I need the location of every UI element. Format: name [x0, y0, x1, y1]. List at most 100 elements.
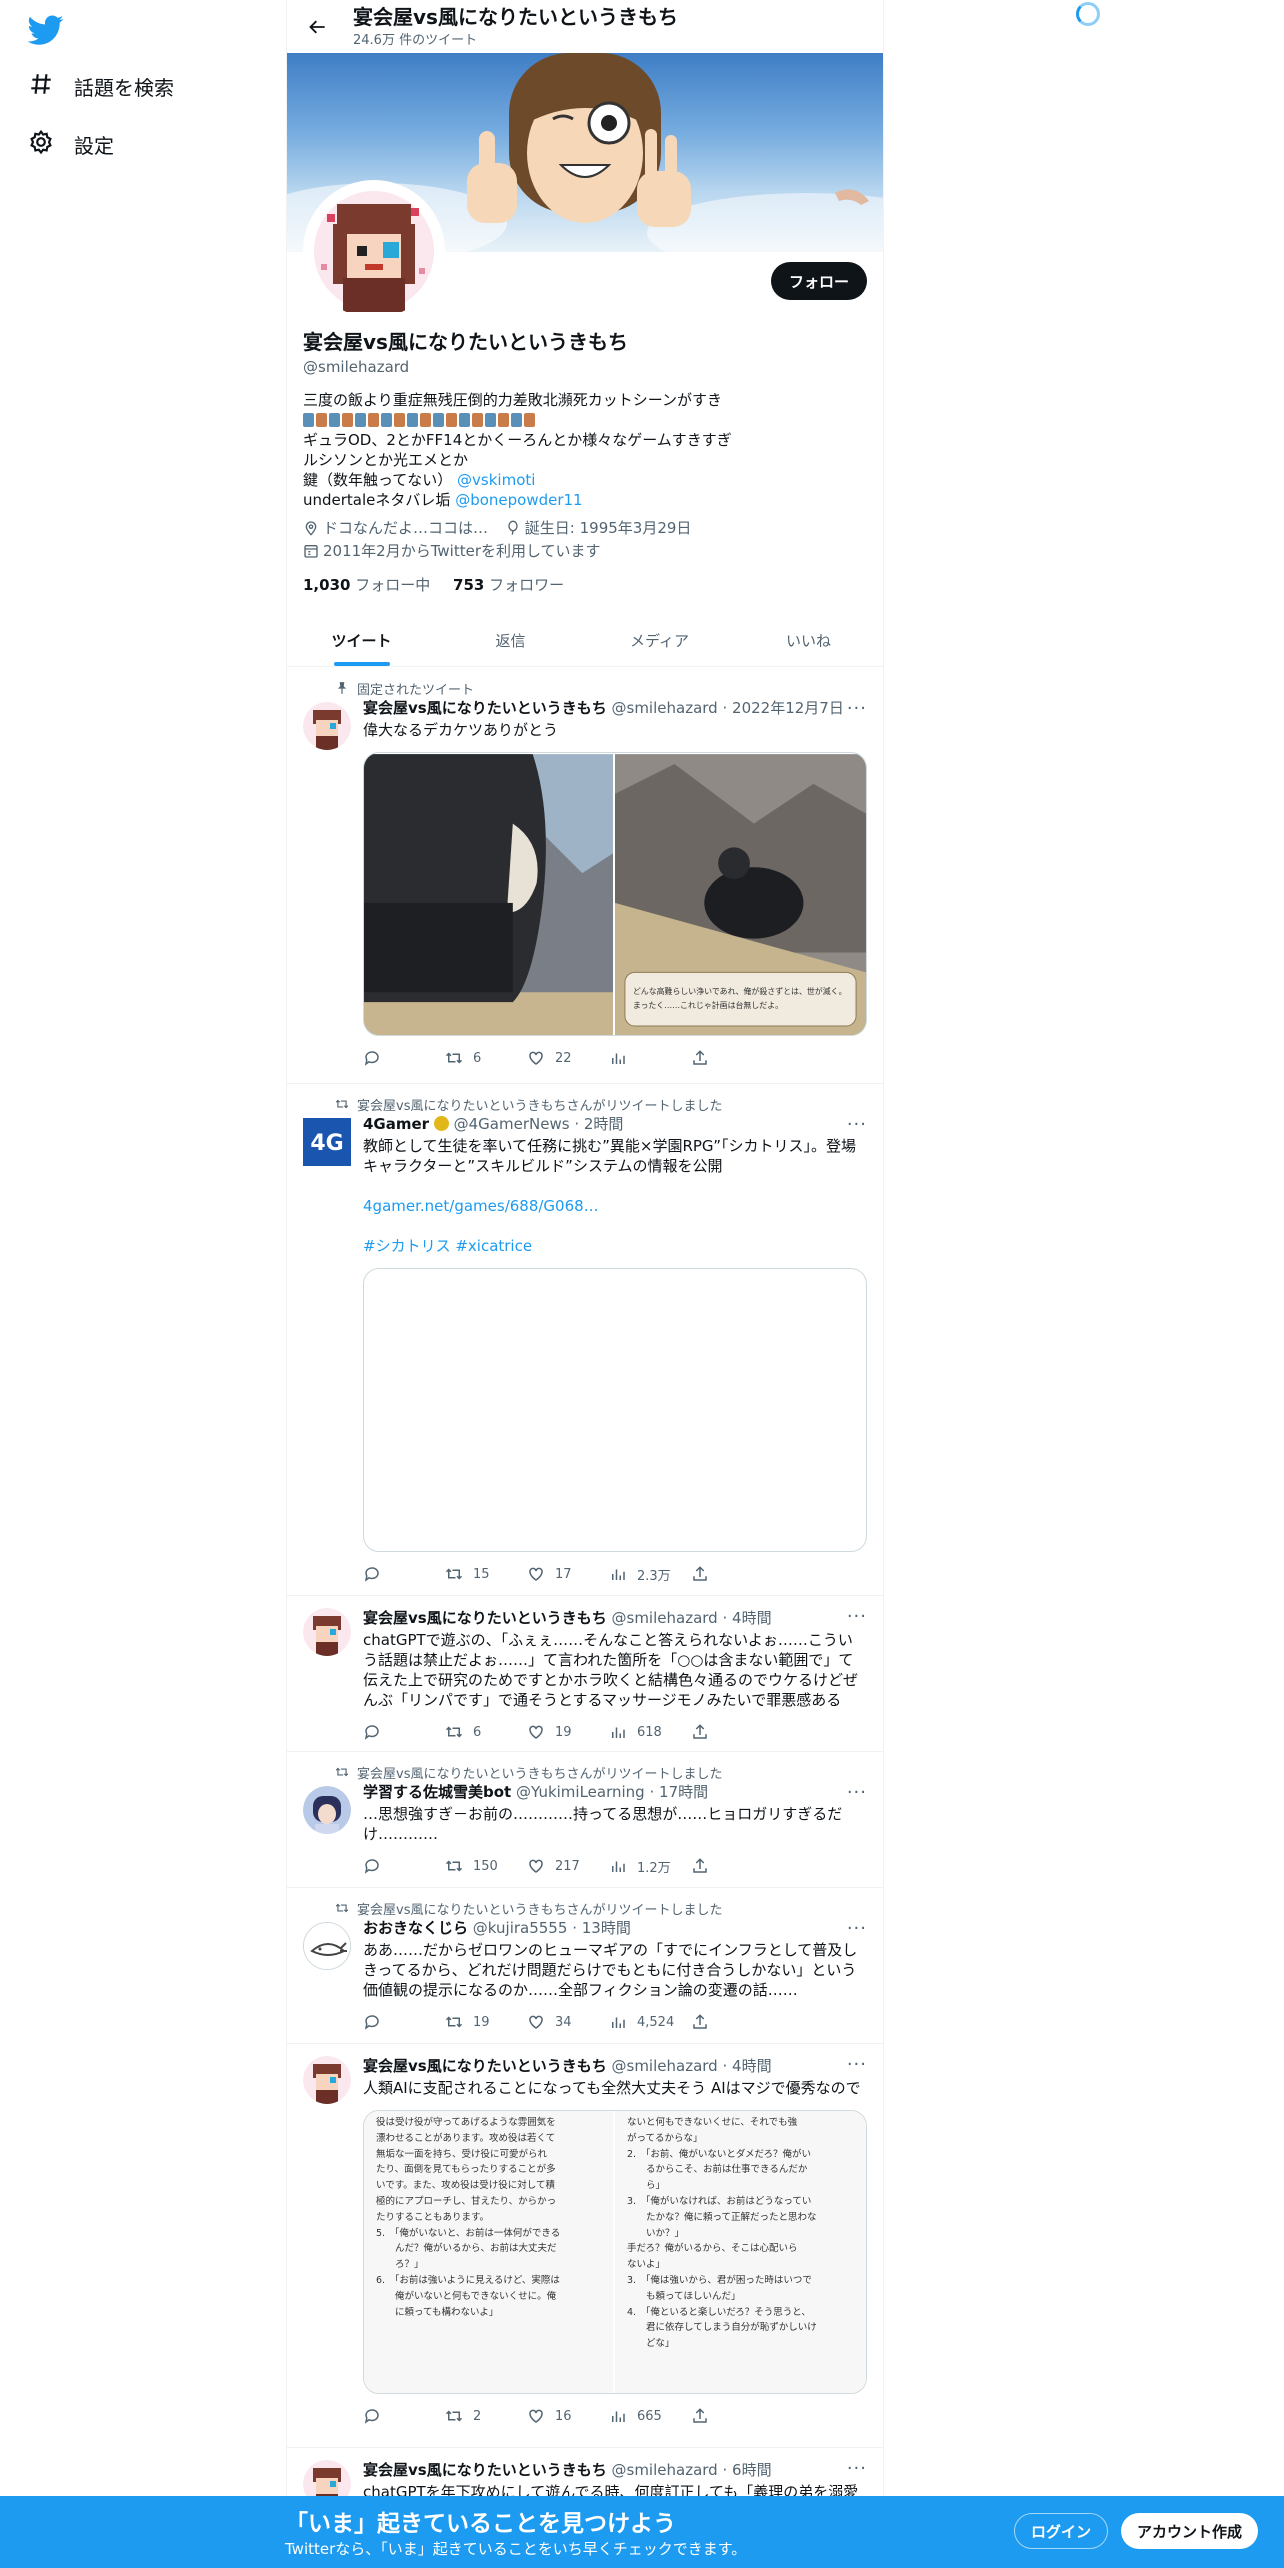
tweet-author-name[interactable]: 学習する佐城雪美bot	[363, 1783, 511, 1801]
tweet-link[interactable]: 4gamer.net/games/688/G068…	[363, 1197, 599, 1215]
more-icon[interactable]: ···	[847, 1606, 867, 1627]
retweet-button[interactable]: 19	[445, 2012, 527, 2032]
login-button[interactable]: ログイン	[1014, 2513, 1109, 2549]
more-icon[interactable]: ···	[847, 2458, 867, 2479]
profile-avatar[interactable]	[303, 180, 445, 322]
tweet-time[interactable]: 17時間	[659, 1783, 708, 1801]
tweet[interactable]: 宴会屋vs風になりたいというきもちさんがリツイートしました 学習する佐城雪美bo…	[287, 1752, 883, 1888]
bio-mention-link[interactable]: @vskimoti	[457, 471, 535, 489]
tweet-time[interactable]: 4時間	[732, 2057, 772, 2075]
following-link[interactable]: 1,030 フォロー中	[303, 576, 435, 594]
tweet-time[interactable]: 4時間	[732, 1609, 772, 1627]
tweet-author-name[interactable]: 宴会屋vs風になりたいというきもち	[363, 2461, 607, 2479]
share-button[interactable]	[691, 1722, 773, 1742]
tweet-author-handle[interactable]: @4GamerNews	[454, 1115, 570, 1133]
tweet-author-handle[interactable]: @smilehazard	[612, 2461, 718, 2479]
like-button[interactable]: 19	[527, 1722, 609, 1742]
sidebar-item-explore[interactable]: 話題を検索	[28, 66, 174, 106]
tab-media[interactable]: メディア	[585, 614, 734, 666]
tweet-author-handle[interactable]: @kujira5555	[473, 1919, 568, 1937]
reply-button[interactable]	[363, 1048, 445, 1068]
following-count: 1,030	[303, 576, 351, 594]
tweet-image[interactable]: ないと何もできないくせに、それでも強 がってるからな」 2. 「お前、俺がいない…	[615, 2111, 866, 2393]
more-icon[interactable]: ···	[847, 698, 867, 719]
more-icon[interactable]: ···	[847, 2054, 867, 2075]
views-icon	[612, 1053, 625, 1064]
more-icon[interactable]: ···	[847, 1782, 867, 1803]
like-button[interactable]: 22	[527, 1048, 609, 1068]
twitter-bird-icon[interactable]	[27, 12, 64, 48]
tweet-avatar[interactable]: 4G	[303, 1118, 351, 1166]
back-arrow-icon[interactable]	[303, 12, 333, 42]
tweet-author-name[interactable]: 宴会屋vs風になりたいというきもち	[363, 1609, 607, 1627]
tweet-avatar[interactable]	[303, 1922, 351, 1970]
signup-button[interactable]: アカウント作成	[1121, 2513, 1259, 2549]
more-icon[interactable]: ···	[847, 1918, 867, 1939]
tweet-time[interactable]: 2022年12月7日	[732, 699, 844, 717]
followers-link[interactable]: 753 フォロワー	[453, 576, 564, 594]
like-button[interactable]: 34	[527, 2012, 609, 2032]
tab-tweets[interactable]: ツイート	[287, 614, 436, 666]
tweet[interactable]: 宴会屋vs風になりたいというきもち @smilehazard · 4時間 ···…	[287, 2044, 883, 2448]
tweet-author-handle[interactable]: @smilehazard	[612, 699, 718, 717]
bio-mention-link[interactable]: @bonepowder11	[455, 491, 582, 509]
views-button[interactable]: 1.2万	[609, 1856, 691, 1876]
like-button[interactable]: 217	[527, 1856, 609, 1876]
share-button[interactable]	[691, 2012, 773, 2032]
like-button[interactable]: 17	[527, 1564, 609, 1584]
share-button[interactable]	[691, 1564, 773, 1584]
tweet-author-handle[interactable]: @smilehazard	[612, 1609, 718, 1627]
tweet-avatar[interactable]	[303, 2056, 351, 2104]
tweet[interactable]: 固定されたツイート 宴会屋vs風になりたいというきもち @smilehazard…	[287, 668, 883, 1084]
tweet-author-handle[interactable]: @YukimiLearning	[516, 1783, 645, 1801]
share-button[interactable]	[691, 1856, 773, 1876]
reply-button[interactable]	[363, 1564, 445, 1584]
share-button[interactable]	[691, 1048, 773, 1068]
follow-button[interactable]: フォロー	[770, 262, 867, 300]
reply-button[interactable]	[363, 2406, 445, 2426]
tweet-time[interactable]: 2時間	[584, 1115, 624, 1133]
tweet-author-handle[interactable]: @smilehazard	[612, 2057, 718, 2075]
retweet-button[interactable]: 15	[445, 1564, 527, 1584]
reply-button[interactable]	[363, 2012, 445, 2032]
reply-button[interactable]	[363, 1722, 445, 1742]
tweet-image[interactable]: 役は受け役が守ってあげるような雰囲気を 漂わせることがあります。攻め役は若くて …	[364, 2111, 614, 2393]
share-icon	[693, 2408, 707, 2423]
banner-subtitle: Twitterなら、「いま」起きていることをいち早くチェックできます。	[285, 2540, 747, 2558]
tweet-author-name[interactable]: おおきなくじら	[363, 1919, 468, 1937]
tweet-author-name[interactable]: 宴会屋vs風になりたいというきもち	[363, 2057, 607, 2075]
banner-title: 「いま」起きていることを見つけよう	[285, 2511, 676, 2537]
tweet-hashtags[interactable]: #シカトリス #xicatrice	[363, 1237, 532, 1255]
retweet-button[interactable]: 2	[445, 2406, 527, 2426]
retweet-button[interactable]: 6	[445, 1722, 527, 1742]
views-button[interactable]: 618	[609, 1722, 691, 1742]
followers-count: 753	[453, 576, 485, 594]
tweet[interactable]: 宴会屋vs風になりたいというきもち @smilehazard · 4時間 ···…	[287, 1596, 883, 1752]
reply-button[interactable]	[363, 1856, 445, 1876]
link-card[interactable]	[363, 1268, 867, 1552]
retweet-button[interactable]: 150	[445, 1856, 527, 1876]
tweet[interactable]: 宴会屋vs風になりたいというきもちさんがリツイートしました おおきなくじら @k…	[287, 1888, 883, 2044]
share-button[interactable]	[691, 2406, 773, 2426]
tweet-avatar[interactable]	[303, 702, 351, 750]
sidebar-item-settings[interactable]: 設定	[28, 124, 114, 164]
views-button[interactable]: 4,524	[609, 2012, 691, 2032]
views-button[interactable]: 665	[609, 2406, 691, 2426]
tab-replies[interactable]: 返信	[436, 614, 585, 666]
tweet-avatar[interactable]	[303, 1786, 351, 1834]
tweet-author-name[interactable]: 4Gamer	[363, 1115, 429, 1133]
tweet-media[interactable]: どんな高難らしい浄いであれ、俺が殺さずとは、世が滅く。 まったく……これじゃ計画…	[363, 752, 867, 1036]
like-button[interactable]: 16	[527, 2406, 609, 2426]
retweet-button[interactable]: 6	[445, 1048, 527, 1068]
tab-likes[interactable]: いいね	[734, 614, 883, 666]
tweet-media[interactable]: 役は受け役が守ってあげるような雰囲気を 漂わせることがあります。攻め役は若くて …	[363, 2110, 867, 2394]
tweet[interactable]: 宴会屋vs風になりたいというきもちさんがリツイートしました 4G 4Gamer …	[287, 1084, 883, 1596]
tweet-avatar[interactable]	[303, 1608, 351, 1656]
tweet-time[interactable]: 13時間	[582, 1919, 631, 1937]
views-button[interactable]: 2.3万	[609, 1564, 691, 1584]
more-icon[interactable]: ···	[847, 1114, 867, 1135]
views-button[interactable]	[609, 1048, 691, 1068]
sidebar-item-label: 話題を検索	[74, 75, 174, 100]
tweet-time[interactable]: 6時間	[732, 2461, 772, 2479]
tweet-author-name[interactable]: 宴会屋vs風になりたいというきもち	[363, 699, 607, 717]
